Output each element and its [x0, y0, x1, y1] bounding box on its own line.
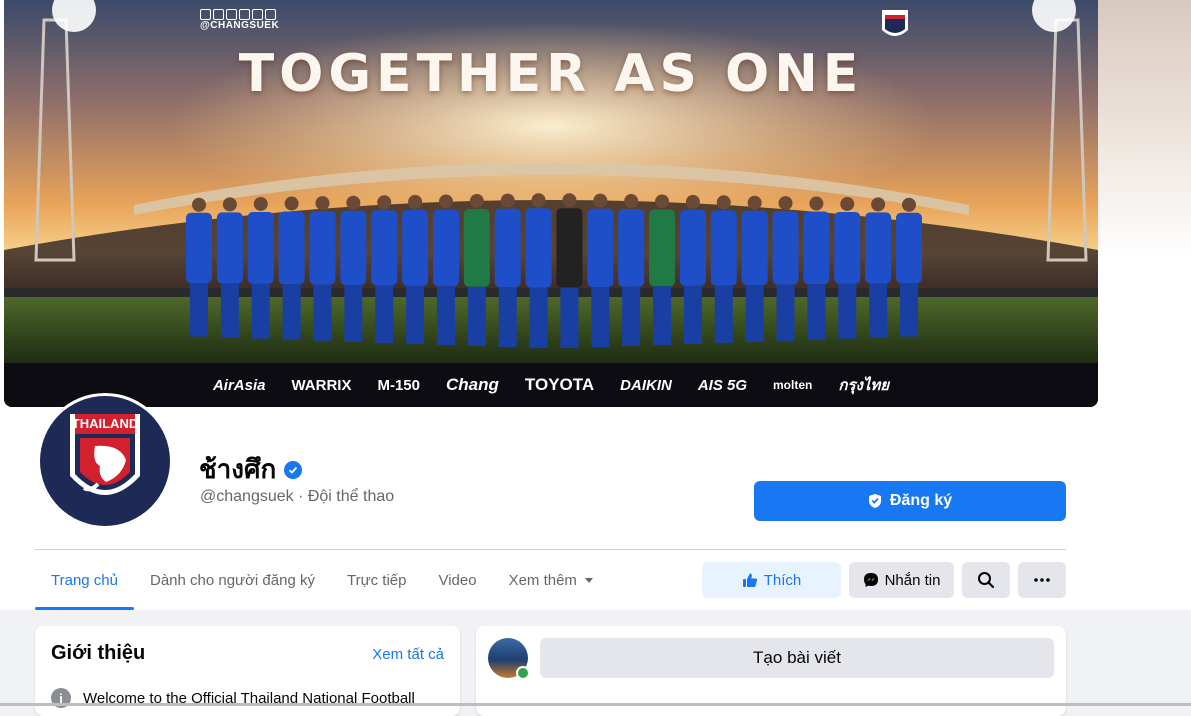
twitter-icon	[252, 9, 263, 20]
tiktok-icon	[265, 9, 276, 20]
like-label: Thích	[763, 571, 802, 589]
tab-more[interactable]: Xem thêm	[493, 554, 609, 606]
tab-more-label: Xem thêm	[508, 571, 577, 589]
line-icon	[239, 9, 250, 20]
page-avatar[interactable]: THAILAND	[37, 393, 173, 529]
see-all-link[interactable]: Xem tất cả	[372, 646, 444, 663]
tab-video[interactable]: Video	[422, 554, 492, 606]
subscribe-label: Đăng ký	[889, 492, 953, 509]
cover-photo[interactable]: @CHANGSUEK TOGETHER AS ONE AirAsia WARRI…	[4, 0, 1098, 407]
sponsor-logo: กรุงไทย	[838, 377, 890, 394]
more-icon	[1034, 578, 1050, 582]
tab-home[interactable]: Trang chủ	[35, 554, 134, 610]
verified-badge-icon	[284, 460, 303, 479]
sponsor-logo: AIS 5G	[697, 376, 748, 394]
thumbs-up-icon	[742, 573, 757, 587]
header-divider	[35, 549, 1066, 550]
youtube-icon	[226, 9, 237, 20]
cover-title: TOGETHER AS ONE	[238, 44, 864, 104]
sponsor-logo: DAIKIN	[620, 376, 672, 394]
instagram-icon	[213, 9, 224, 20]
sponsor-logo: WARRIX	[291, 376, 352, 394]
social-icons	[200, 9, 276, 20]
page-name-row: ช้างศึก	[199, 449, 303, 490]
subscribe-button[interactable]: Đăng ký	[754, 481, 1066, 521]
create-post-button[interactable]: Tạo bài viết	[540, 638, 1054, 678]
messenger-icon	[863, 573, 878, 587]
search-icon	[978, 572, 995, 589]
sponsor-logo: Chang	[446, 375, 499, 394]
thailand-crest-logo: THAILAND	[40, 396, 170, 526]
message-label: Nhắn tin	[884, 571, 941, 589]
caret-down-icon	[584, 577, 593, 583]
tab-live[interactable]: Trực tiếp	[331, 554, 423, 606]
facebook-icon	[200, 9, 211, 20]
page-tabs: Trang chủ Dành cho người đăng ký Trực ti…	[35, 554, 609, 610]
page-title: ช้างศึก	[199, 455, 277, 485]
like-button[interactable]: Thích	[702, 562, 841, 598]
tab-subscribers[interactable]: Dành cho người đăng ký	[134, 554, 331, 606]
online-status-icon	[516, 666, 530, 680]
sponsor-logo: AirAsia	[212, 376, 266, 394]
sponsor-logo: TOYOTA	[524, 375, 595, 394]
intro-title: Giới thiệu	[51, 642, 146, 664]
background-strip	[1098, 0, 1191, 260]
sponsor-logo: M-150	[377, 376, 420, 394]
message-button[interactable]: Nhắn tin	[849, 562, 954, 598]
sponsor-logo: molten	[773, 378, 813, 392]
page-subtitle: @changsuek · Đội thể thao	[200, 488, 395, 505]
search-button[interactable]	[962, 562, 1010, 598]
shield-icon	[868, 494, 881, 508]
crest-word: THAILAND	[71, 416, 139, 431]
more-options-button[interactable]	[1018, 562, 1066, 598]
cover-handle: @CHANGSUEK	[200, 20, 280, 31]
